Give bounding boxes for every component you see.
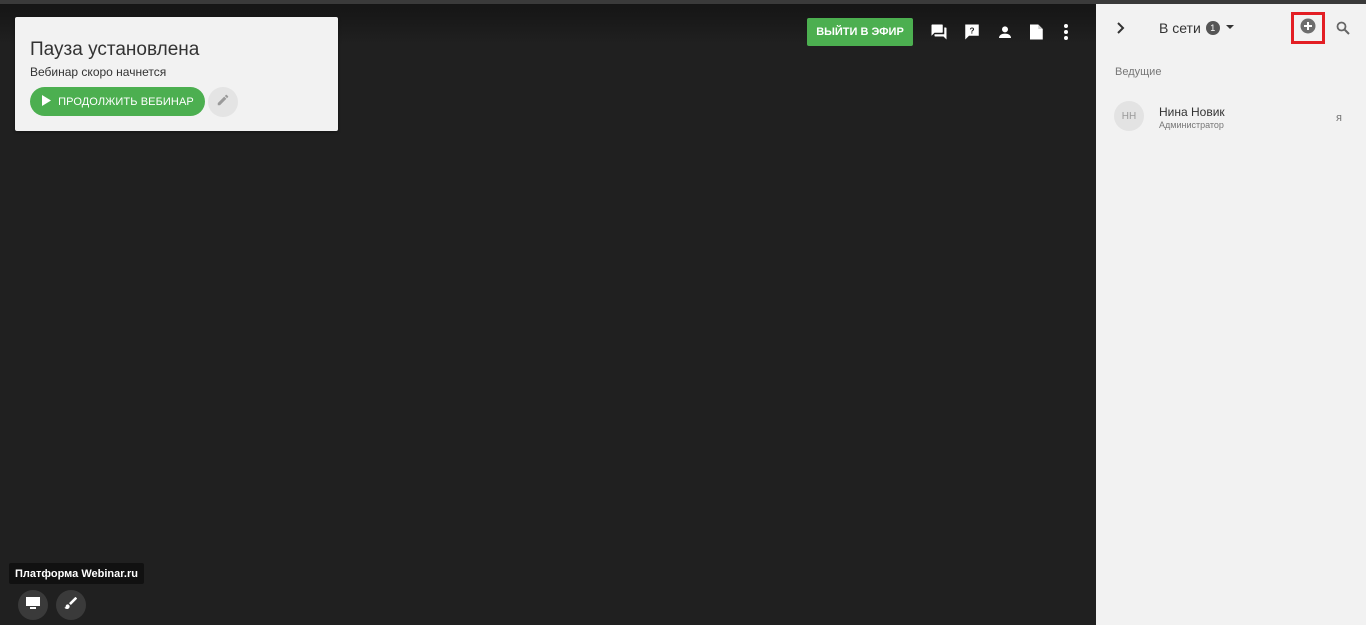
avatar: НН [1114, 101, 1144, 131]
plus-circle-icon [1300, 18, 1316, 39]
play-icon [41, 94, 52, 109]
chevron-right-icon[interactable] [1111, 18, 1131, 38]
brush-icon [63, 595, 79, 616]
pencil-icon [216, 93, 230, 112]
user-name: Нина Новик [1159, 105, 1225, 119]
go-live-label: ВЫЙТИ В ЭФИР [816, 26, 904, 38]
brand-tooltip: Платформа Webinar.ru [9, 563, 144, 584]
hosts-section-label: Ведущие [1115, 66, 1162, 78]
continue-webinar-button[interactable]: ПРОДОЛЖИТЬ ВЕБИНАР [30, 87, 205, 116]
online-tab[interactable]: В сети 1 [1159, 19, 1235, 37]
brand-tooltip-text: Платформа Webinar.ru [15, 567, 138, 580]
caret-down-icon [1225, 19, 1235, 37]
edit-button[interactable] [208, 87, 238, 117]
go-live-button[interactable]: ВЫЙТИ В ЭФИР [807, 18, 913, 46]
monitor-icon [25, 596, 41, 615]
user-role: Администратор [1159, 120, 1224, 130]
chat-icon[interactable] [928, 21, 950, 43]
participants-panel: В сети 1 Ведущие НН Нина Новик Администр… [1096, 4, 1366, 625]
online-count-badge: 1 [1205, 21, 1220, 35]
online-tab-label: В сети [1159, 20, 1201, 36]
webinar-stage: Пауза установлена Вебинар скоро начнется… [0, 4, 1096, 625]
add-participant-button[interactable] [1291, 12, 1325, 44]
more-vert-icon[interactable] [1055, 21, 1077, 43]
pause-title: Пауза установлена [30, 39, 200, 60]
screen-share-button[interactable] [18, 590, 48, 620]
whiteboard-button[interactable] [56, 590, 86, 620]
user-row[interactable]: НН Нина Новик Администратор я [1096, 101, 1366, 133]
question-icon[interactable]: ? [961, 21, 983, 43]
person-icon[interactable] [994, 21, 1016, 43]
self-marker: я [1336, 112, 1342, 124]
continue-webinar-label: ПРОДОЛЖИТЬ ВЕБИНАР [58, 95, 194, 108]
document-icon[interactable] [1025, 21, 1047, 43]
svg-text:?: ? [969, 27, 974, 36]
pause-subtitle: Вебинар скоро начнется [30, 65, 167, 79]
search-icon[interactable] [1333, 18, 1353, 38]
pause-card: Пауза установлена Вебинар скоро начнется… [15, 17, 338, 131]
